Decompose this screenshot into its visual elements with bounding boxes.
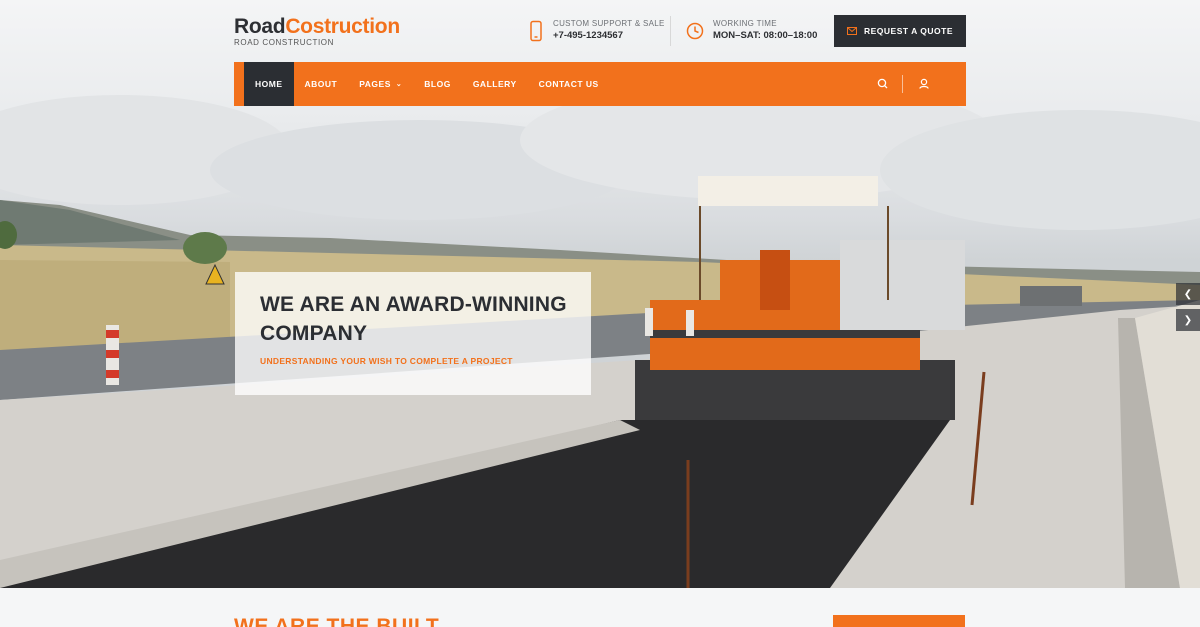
phone-icon: [530, 20, 542, 41]
section-button[interactable]: [833, 615, 965, 627]
header-divider: [670, 16, 671, 46]
chevron-right-icon: ❯: [1183, 314, 1193, 326]
nav-item-label: GALLERY: [472, 79, 517, 89]
working-time-info: WORKING TIME MON–SAT: 08:00–18:00: [686, 18, 817, 43]
nav-item-label: HOME: [255, 79, 283, 89]
nav-item-blog[interactable]: BLOG: [413, 62, 462, 106]
search-icon[interactable]: [875, 76, 891, 92]
support-info: CUSTOM SUPPORT & SALE +7-495-1234567: [528, 18, 665, 43]
nav-item-label: BLOG: [424, 79, 451, 89]
nav-menu: HOME ABOUT PAGES ⌄ BLOG GALLERY CONTACT …: [244, 62, 610, 106]
about-section: WE ARE THE BUILT: [0, 588, 1200, 627]
section-title: WE ARE THE BUILT: [234, 615, 440, 627]
slider-prev-button[interactable]: ❮: [1176, 283, 1200, 305]
chevron-left-icon: ❮: [1183, 288, 1193, 300]
nav-item-label: CONTACT US: [538, 79, 599, 89]
support-label: CUSTOM SUPPORT & SALE: [553, 19, 665, 28]
nav-divider: [902, 75, 903, 93]
nav-item-gallery[interactable]: GALLERY: [462, 62, 528, 106]
chevron-down-icon: ⌄: [395, 81, 403, 88]
main-nav: HOME ABOUT PAGES ⌄ BLOG GALLERY CONTACT …: [234, 62, 966, 106]
logo-text: RoadCostruction: [234, 14, 400, 40]
support-phone[interactable]: +7-495-1234567: [553, 29, 665, 43]
nav-item-about[interactable]: ABOUT: [294, 62, 349, 106]
working-time-value: MON–SAT: 08:00–18:00: [713, 30, 818, 41]
hero-title: WE ARE AN AWARD-WINNING COMPANY: [260, 293, 567, 345]
clock-icon: [686, 22, 704, 39]
hero-subtitle: UNDERSTANDING YOUR WISH TO COMPLETE A PR…: [260, 356, 513, 366]
nav-item-home[interactable]: HOME: [244, 62, 294, 106]
slider-next-button[interactable]: ❯: [1176, 309, 1200, 331]
logo[interactable]: RoadCostruction ROAD CONSTRUCTION: [234, 14, 400, 47]
logo-text-part1: Road: [234, 15, 286, 38]
working-time-label: WORKING TIME: [713, 19, 777, 28]
user-icon[interactable]: [916, 76, 932, 92]
logo-text-part2: Costruction: [285, 15, 400, 38]
nav-item-pages[interactable]: PAGES ⌄: [348, 62, 413, 106]
request-quote-label: REQUEST A QUOTE: [863, 26, 954, 36]
nav-item-contact-us[interactable]: CONTACT US: [528, 62, 610, 106]
nav-item-label: ABOUT: [304, 79, 338, 89]
hero-caption: WE ARE AN AWARD-WINNING COMPANY UNDERSTA…: [235, 272, 591, 395]
envelope-icon: [846, 27, 857, 35]
nav-item-label: PAGES: [359, 79, 391, 89]
request-quote-button[interactable]: REQUEST A QUOTE: [834, 15, 966, 47]
